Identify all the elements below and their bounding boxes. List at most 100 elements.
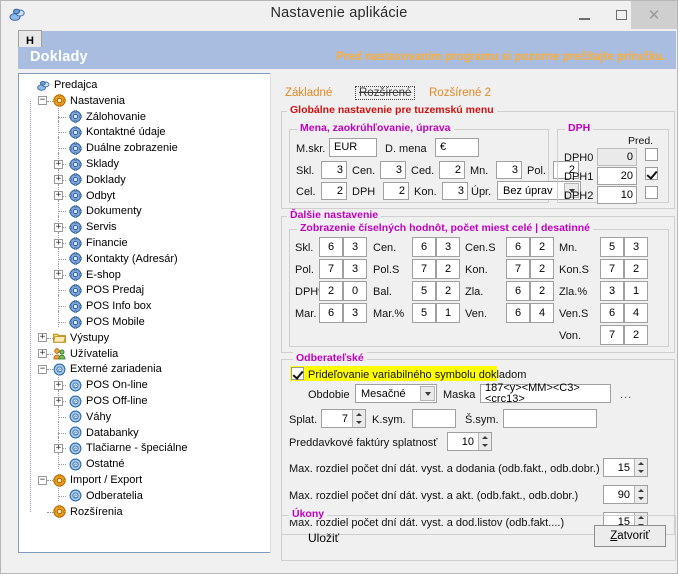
tree-item[interactable]: Sklady <box>86 156 119 172</box>
dph0-default-checkbox[interactable] <box>645 148 658 161</box>
tab-zakladne[interactable]: Základné <box>285 87 332 99</box>
cen-input[interactable]: 3 <box>380 161 406 179</box>
tree-item[interactable]: Financie <box>86 235 128 251</box>
numeric-whole-input[interactable]: 5 <box>600 237 624 257</box>
tree-item[interactable]: Nastavenia <box>70 93 125 109</box>
splat-spin-buttons[interactable] <box>352 410 365 427</box>
numeric-decimal-input[interactable]: 2 <box>436 281 460 301</box>
numeric-whole-input[interactable]: 3 <box>600 281 624 301</box>
tree-toggle[interactable]: + <box>54 160 63 169</box>
dph1-input[interactable]: 20 <box>597 167 637 185</box>
tree-item[interactable]: Odberatelia <box>86 488 143 504</box>
tab-rozsirene[interactable]: Rozšírené <box>355 86 415 100</box>
numeric-whole-input[interactable]: 2 <box>319 281 343 301</box>
numeric-decimal-input[interactable]: 3 <box>624 237 648 257</box>
dph2-default-checkbox[interactable] <box>645 186 658 199</box>
numeric-decimal-input[interactable]: 3 <box>436 237 460 257</box>
settings-tree[interactable]: Predajca − NastaveniaZálohovanieKontaktné … <box>19 74 275 552</box>
tree-item[interactable]: Váhy <box>86 409 111 425</box>
prepaid-spin-buttons[interactable] <box>478 433 491 450</box>
tree-item[interactable]: E-shop <box>86 267 121 283</box>
tree-item[interactable]: Výstupy <box>70 330 109 346</box>
dph2-input[interactable]: 10 <box>597 186 637 204</box>
numeric-whole-input[interactable]: 6 <box>506 303 530 323</box>
numeric-decimal-input[interactable]: 3 <box>343 237 367 257</box>
tree-item[interactable]: POS Off-line <box>86 393 148 409</box>
settings-tree-panel[interactable]: Predajca − NastaveniaZálohovanieKontaktné … <box>18 73 276 553</box>
ssym-input[interactable] <box>503 409 597 428</box>
minimize-button[interactable] <box>566 1 603 29</box>
tree-item[interactable]: Kontaktné údaje <box>86 124 166 140</box>
numeric-decimal-input[interactable]: 2 <box>530 237 554 257</box>
tree-item[interactable]: POS Info box <box>86 298 151 314</box>
numeric-whole-input[interactable]: 6 <box>319 237 343 257</box>
tree-item[interactable]: Kontakty (Adresár) <box>86 251 178 267</box>
prepaid-stepper[interactable]: 10 <box>447 432 492 451</box>
tree-item[interactable]: Dokumenty <box>86 203 142 219</box>
tree-item[interactable]: Doklady <box>86 172 126 188</box>
tree-item[interactable]: POS Predaj <box>86 282 144 298</box>
tree-toggle[interactable]: + <box>54 175 63 184</box>
tree-item[interactable]: Zálohovanie <box>86 109 146 125</box>
tree-item[interactable]: Odbyt <box>86 188 115 204</box>
tree-toggle[interactable]: + <box>54 191 63 200</box>
tree-toggle[interactable]: + <box>54 223 63 232</box>
close-button[interactable]: ✕ <box>631 1 677 29</box>
numeric-whole-input[interactable]: 6 <box>319 303 343 323</box>
tab-rozsirene-2[interactable]: Rozšírené 2 <box>429 87 491 99</box>
tree-toggle[interactable]: + <box>38 333 47 342</box>
assign-vs-checkbox[interactable] <box>291 367 304 380</box>
numeric-whole-input[interactable]: 7 <box>319 259 343 279</box>
numeric-decimal-input[interactable]: 2 <box>530 259 554 279</box>
skl-input[interactable]: 3 <box>321 161 347 179</box>
mask-input[interactable]: 187<y><MM><C3><crc13> <box>480 384 611 403</box>
tree-item[interactable]: Predajca <box>54 77 97 93</box>
cel-input[interactable]: 2 <box>321 182 347 200</box>
numeric-decimal-input[interactable]: 2 <box>624 259 648 279</box>
numeric-whole-input[interactable]: 6 <box>600 303 624 323</box>
tree-item[interactable]: POS Mobile <box>86 314 145 330</box>
mskr-input[interactable]: EUR <box>329 138 377 157</box>
numeric-whole-input[interactable]: 6 <box>506 281 530 301</box>
tree-toggle[interactable]: − <box>38 365 47 374</box>
tree-item[interactable]: Externé zariadenia <box>70 361 162 377</box>
tree-item[interactable]: POS On-line <box>86 377 148 393</box>
numeric-decimal-input[interactable]: 4 <box>624 303 648 323</box>
mask-browse-button[interactable]: ... <box>620 389 632 401</box>
max-diff-delivery-stepper[interactable]: 15 <box>603 458 648 477</box>
save-button[interactable]: Uložiť <box>308 531 339 545</box>
tree-toggle[interactable]: + <box>54 397 63 406</box>
numeric-decimal-input[interactable]: 2 <box>624 325 648 345</box>
dph-input[interactable]: 2 <box>383 182 409 200</box>
tree-toggle[interactable]: + <box>54 381 63 390</box>
tree-toggle[interactable]: + <box>54 270 63 279</box>
tree-item[interactable]: Ostatné <box>86 456 125 472</box>
max-diff-actual-stepper[interactable]: 90 <box>603 485 648 504</box>
numeric-decimal-input[interactable]: 1 <box>436 303 460 323</box>
dmena-input[interactable]: € <box>435 138 479 157</box>
numeric-whole-input[interactable]: 7 <box>506 259 530 279</box>
numeric-whole-input[interactable]: 7 <box>600 325 624 345</box>
tree-item[interactable]: Databanky <box>86 425 139 441</box>
tree-item[interactable]: Servis <box>86 219 117 235</box>
tree-toggle[interactable]: + <box>38 349 47 358</box>
kon-input[interactable]: 3 <box>442 182 468 200</box>
numeric-decimal-input[interactable]: 3 <box>343 303 367 323</box>
splat-stepper[interactable]: 7 <box>321 409 366 428</box>
tree-item[interactable]: Rozšírenia <box>70 504 123 520</box>
numeric-decimal-input[interactable]: 2 <box>436 259 460 279</box>
numeric-decimal-input[interactable]: 1 <box>624 281 648 301</box>
numeric-decimal-input[interactable]: 3 <box>343 259 367 279</box>
numeric-whole-input[interactable]: 5 <box>412 303 436 323</box>
tree-item[interactable]: Import / Export <box>70 472 142 488</box>
period-select[interactable]: Mesačné <box>355 384 437 403</box>
tree-toggle[interactable]: − <box>38 476 47 485</box>
numeric-decimal-input[interactable]: 0 <box>343 281 367 301</box>
numeric-whole-input[interactable]: 6 <box>412 237 436 257</box>
numeric-whole-input[interactable]: 7 <box>412 259 436 279</box>
numeric-whole-input[interactable]: 6 <box>506 237 530 257</box>
chevron-down-icon[interactable] <box>420 386 435 401</box>
numeric-decimal-input[interactable]: 4 <box>530 303 554 323</box>
dph1-default-checkbox[interactable] <box>645 167 658 180</box>
tree-toggle[interactable]: + <box>54 444 63 453</box>
